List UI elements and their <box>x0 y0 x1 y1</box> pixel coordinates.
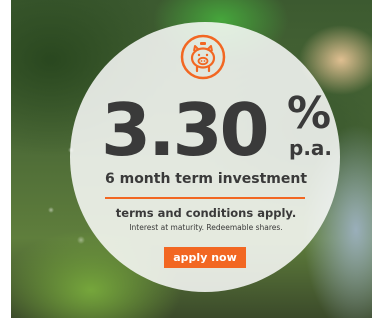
term-heading: 6 month term investment <box>104 171 308 187</box>
terms-notice: terms and conditions apply. <box>115 206 297 220</box>
investment-banner-ad[interactable]: 3.30 % p.a. 6 month term investment term… <box>11 0 372 318</box>
percent-sign: % <box>287 88 332 139</box>
piggy-bank-icon <box>180 34 226 80</box>
orange-divider <box>105 197 305 199</box>
interest-rate: 3.30 % p.a. <box>101 90 341 170</box>
fine-print: Interest at maturity. Redeemable shares. <box>129 223 283 232</box>
rate-value: 3.30 <box>101 88 270 172</box>
per-annum-label: p.a. <box>289 136 333 160</box>
apply-now-button[interactable]: apply now <box>164 247 246 268</box>
